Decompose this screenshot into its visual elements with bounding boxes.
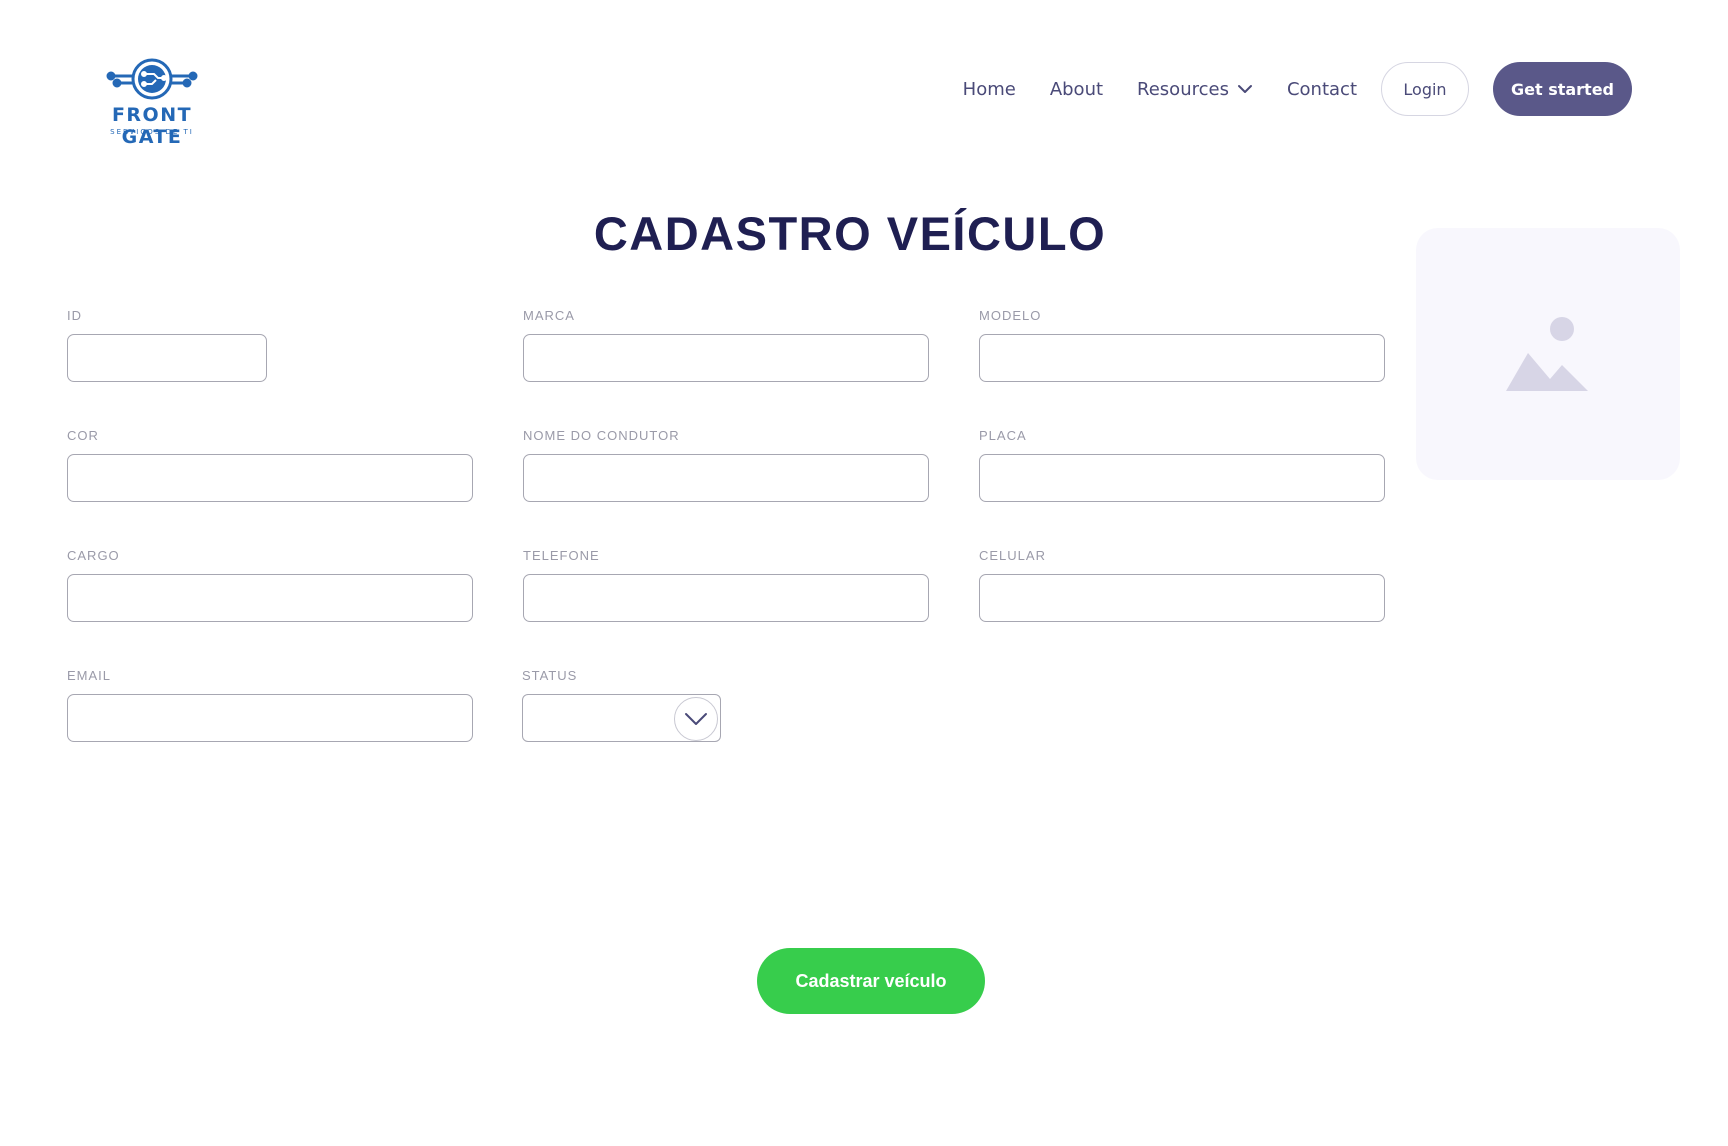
placa-field-group: PLACA (979, 428, 1385, 502)
status-field-group: STATUS (522, 668, 721, 742)
modelo-field-group: MODELO (979, 308, 1385, 382)
image-placeholder (1416, 228, 1680, 480)
page: FRONT GATE SERVIÇOS DE TI Home About Res… (0, 0, 1728, 1146)
cargo-label: CARGO (67, 548, 120, 563)
marca-input[interactable] (523, 334, 929, 382)
marca-label: MARCA (523, 308, 575, 323)
brand-tagline: SERVIÇOS DE TI (110, 128, 194, 136)
nav-home[interactable]: Home (963, 79, 1016, 100)
marca-field-group: MARCA (523, 308, 929, 382)
id-label: ID (67, 308, 82, 323)
telefone-input[interactable] (523, 574, 929, 622)
circuit-globe-icon (106, 58, 198, 100)
modelo-input[interactable] (979, 334, 1385, 382)
id-field-group: ID (67, 308, 267, 382)
placa-label: PLACA (979, 428, 1027, 443)
email-label: EMAIL (67, 668, 112, 683)
cor-label: COR (67, 428, 99, 443)
telefone-label: TELEFONE (523, 548, 600, 563)
nav-resources[interactable]: Resources (1137, 79, 1253, 100)
cor-input[interactable] (67, 454, 473, 502)
cor-field-group: COR (67, 428, 473, 502)
image-placeholder-icon (1506, 317, 1588, 391)
modelo-label: MODELO (979, 308, 1042, 323)
nome-condutor-field-group: NOME DO CONDUTOR (523, 428, 929, 502)
nav-about[interactable]: About (1050, 79, 1103, 100)
register-vehicle-button[interactable]: Cadastrar veículo (757, 948, 985, 1014)
nav-contact[interactable]: Contact (1287, 79, 1357, 100)
email-input[interactable] (67, 694, 473, 742)
nome-condutor-label: NOME DO CONDUTOR (523, 428, 680, 443)
chevron-down-icon (685, 713, 707, 725)
celular-input[interactable] (979, 574, 1385, 622)
cargo-field-group: CARGO (67, 548, 473, 622)
status-label: STATUS (522, 668, 578, 683)
login-button[interactable]: Login (1381, 62, 1469, 116)
telefone-field-group: TELEFONE (523, 548, 929, 622)
placa-input[interactable] (979, 454, 1385, 502)
nome-condutor-input[interactable] (523, 454, 929, 502)
celular-field-group: CELULAR (979, 548, 1385, 622)
brand-name: FRONT GATE (111, 104, 193, 148)
main-nav: Home About Resources Contact Login Get s… (963, 62, 1632, 116)
nav-resources-label: Resources (1137, 78, 1229, 100)
status-select[interactable] (522, 694, 721, 742)
email-field-group: EMAIL (67, 668, 473, 742)
chevron-down-icon (1237, 85, 1252, 93)
status-dropdown-toggle[interactable] (674, 697, 718, 741)
logo[interactable]: FRONT GATE SERVIÇOS DE TI (82, 56, 222, 148)
id-input[interactable] (67, 334, 267, 382)
celular-label: CELULAR (979, 548, 1046, 563)
get-started-button[interactable]: Get started (1493, 62, 1632, 116)
cargo-input[interactable] (67, 574, 473, 622)
